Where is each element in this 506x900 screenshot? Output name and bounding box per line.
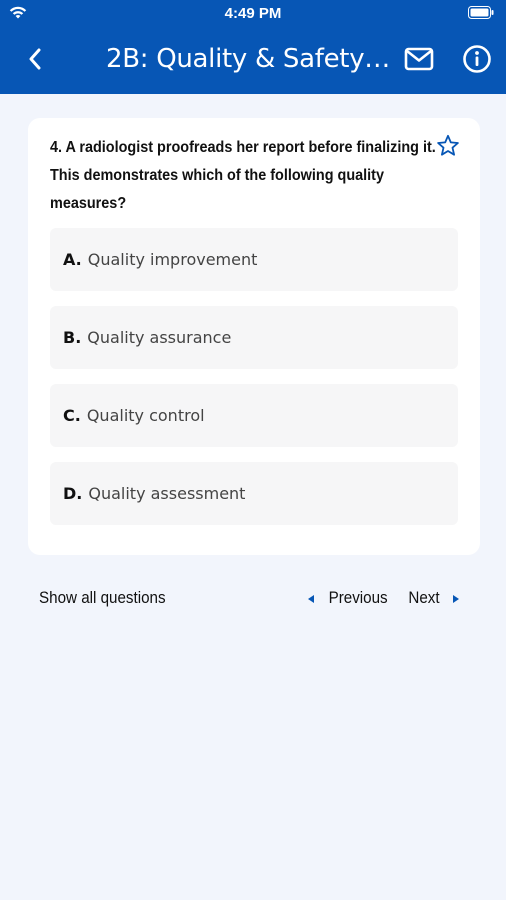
back-button[interactable]: [20, 44, 50, 78]
previous-button[interactable]: Previous: [308, 589, 390, 608]
answer-option-d[interactable]: D. Quality assessment: [50, 462, 458, 525]
star-outline-icon: [436, 134, 460, 162]
navigation-bar: 2B: Quality & Safety…: [0, 28, 506, 94]
bookmark-button[interactable]: [436, 134, 462, 160]
option-letter: D.: [63, 484, 83, 503]
option-text: Quality improvement: [87, 250, 258, 269]
previous-label: Previous: [328, 589, 388, 607]
triangle-right-icon: [452, 594, 459, 603]
info-icon: [462, 44, 492, 79]
chevron-left-icon: [28, 48, 42, 75]
triangle-left-icon: [308, 594, 314, 603]
answer-option-c[interactable]: C. Quality control: [50, 384, 458, 447]
option-letter: A.: [63, 250, 82, 269]
mail-icon: [404, 47, 434, 76]
next-button[interactable]: Next: [407, 589, 459, 608]
battery-icon: [468, 6, 494, 24]
answer-option-b[interactable]: B. Quality assurance: [50, 306, 458, 369]
option-text: Quality control: [86, 406, 205, 425]
option-letter: B.: [63, 328, 82, 347]
question-footer: Show all questions Previous Next: [0, 585, 506, 615]
status-time: 4:49 PM: [224, 5, 282, 22]
question-text: 4. A radiologist proofreads her report b…: [50, 139, 436, 212]
page-title: 2B: Quality & Safety…: [106, 44, 390, 74]
answer-option-a[interactable]: A. Quality improvement: [50, 228, 458, 291]
option-text: Quality assurance: [87, 328, 232, 347]
next-label: Next: [408, 589, 440, 607]
mail-button[interactable]: [402, 46, 436, 76]
option-text: Quality assessment: [88, 484, 246, 503]
option-letter: C.: [63, 406, 81, 425]
info-button[interactable]: [461, 44, 493, 79]
status-bar: 4:49 PM: [0, 0, 506, 28]
app-header: 4:49 PM 2B: Quality & Safety…: [0, 0, 506, 94]
question-card: 4. A radiologist proofreads her report b…: [28, 118, 480, 555]
show-all-questions-link[interactable]: Show all questions: [39, 589, 166, 608]
